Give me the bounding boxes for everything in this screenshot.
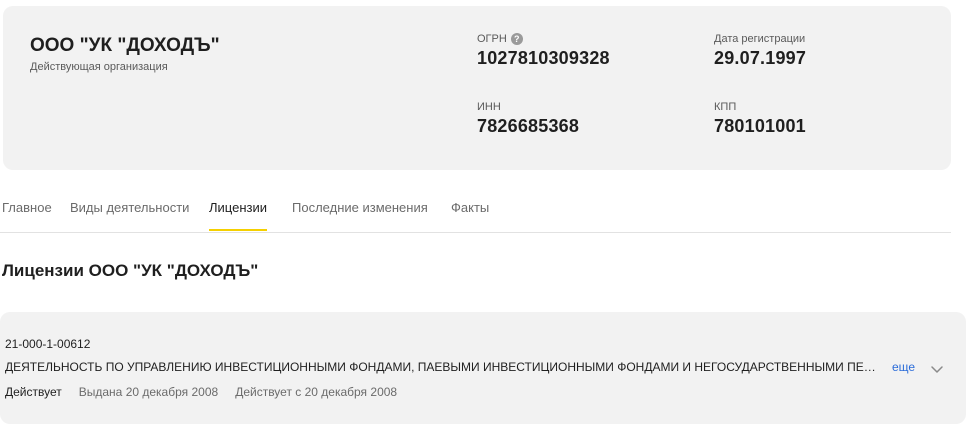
- company-name: ООО "УК "ДОХОДЪ": [30, 35, 220, 56]
- help-icon[interactable]: ?: [510, 33, 523, 45]
- license-issued-date: Выдана 20 декабря 2008: [78, 385, 219, 399]
- inn-field: ИНН 7826685368: [477, 101, 579, 137]
- kpp-value: 780101001: [714, 116, 806, 136]
- tab-facts[interactable]: Факты: [451, 200, 489, 229]
- ogrn-value: 1027810309328: [477, 48, 610, 68]
- registration-date-value: 29.07.1997: [714, 48, 807, 68]
- ogrn-label-row: ОГРН ?: [477, 33, 610, 45]
- licenses-section-title: Лицензии ООО "УК "ДОХОДЪ": [2, 261, 259, 280]
- license-card: 21-000-1-00612 ДЕЯТЕЛЬНОСТЬ ПО УПРАВЛЕНИ…: [0, 312, 966, 424]
- tab-recent-changes[interactable]: Последние изменения: [292, 200, 428, 229]
- kpp-field: КПП 780101001: [714, 101, 806, 137]
- registration-date-label: Дата регистрации: [714, 33, 806, 45]
- inn-label: ИНН: [477, 101, 501, 113]
- inn-value: 7826685368: [477, 116, 580, 136]
- kpp-label: КПП: [714, 101, 737, 113]
- company-summary-card: ООО "УК "ДОХОДЪ" Действующая организация…: [3, 6, 951, 170]
- registration-date-field: Дата регистрации 29.07.1997: [714, 33, 806, 69]
- tab-main[interactable]: Главное: [2, 200, 52, 229]
- chevron-down-icon[interactable]: [930, 362, 944, 376]
- section-tabs: Главное Виды деятельности Лицензии После…: [0, 186, 951, 233]
- license-status: Действует: [5, 385, 62, 399]
- license-meta: Действует Выдана 20 декабря 2008 Действу…: [5, 385, 397, 399]
- tab-licenses[interactable]: Лицензии: [209, 200, 267, 231]
- license-more-link[interactable]: еще: [892, 360, 915, 374]
- ogrn-label: ОГРН: [477, 33, 507, 45]
- license-number: 21-000-1-00612: [5, 337, 91, 351]
- company-status: Действующая организация: [30, 61, 168, 73]
- license-valid-from: Действует с 20 декабря 2008: [235, 385, 398, 399]
- tab-activities[interactable]: Виды деятельности: [70, 200, 189, 229]
- ogrn-field: ОГРН ? 1027810309328: [477, 33, 610, 69]
- license-activity: ДЕЯТЕЛЬНОСТЬ ПО УПРАВЛЕНИЮ ИНВЕСТИЦИОННЫ…: [5, 360, 883, 374]
